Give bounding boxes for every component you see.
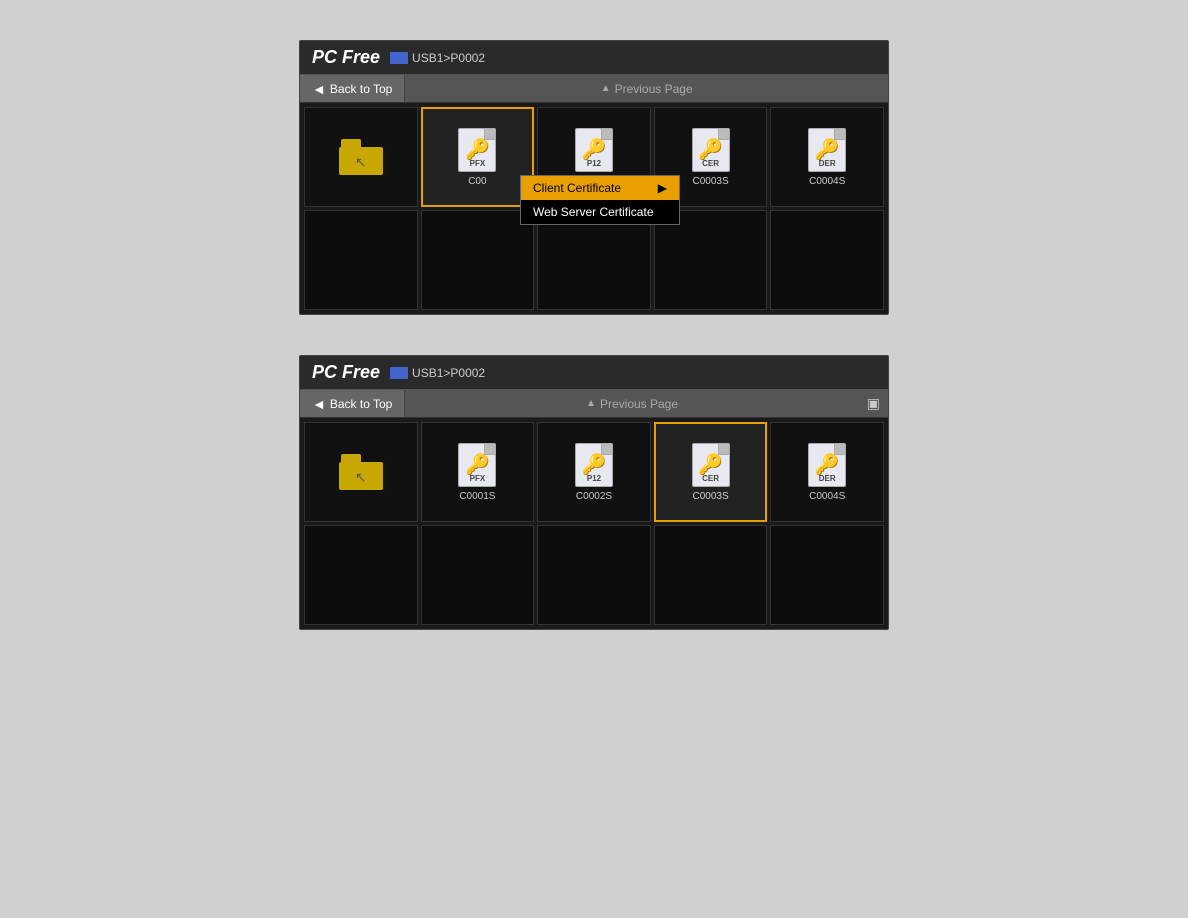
key-file-cer: 🔑 CER: [692, 128, 730, 172]
panel-2-nav-bar: ◄ Back to Top ▲ Previous Page ▣: [300, 390, 888, 418]
panel2-key-file-cer: 🔑 CER: [692, 443, 730, 487]
file-cell-c0004s[interactable]: 🔑 DER C0004S: [770, 107, 884, 207]
panel-1-prev-button[interactable]: ▲ Previous Page: [405, 75, 888, 102]
panel-1-title: PC Free: [312, 47, 380, 68]
panel2-file-cell-c0001s[interactable]: 🔑 PFX C0001S: [421, 422, 535, 522]
empty-cell-4: [654, 210, 768, 310]
panel2-cell-label-c0003s: C0003S: [693, 491, 729, 502]
file-ext-p12: P12: [587, 159, 601, 168]
key-icon-p12: 🔑: [582, 140, 607, 160]
panel2-key-icon-cer: 🔑: [698, 455, 723, 475]
panel2-empty-cell-2: [421, 525, 535, 625]
panel-2-back-button[interactable]: ◄ Back to Top: [300, 390, 405, 417]
back-arrow-icon: ◄: [312, 81, 326, 97]
empty-cell-2: [421, 210, 535, 310]
panel2-key-icon-p12: 🔑: [582, 455, 607, 475]
panel-1-usb-badge: USB1>P0002: [390, 51, 485, 65]
empty-cell-5: [770, 210, 884, 310]
key-icon-der: 🔑: [815, 140, 840, 160]
key-file-body-cer: 🔑 CER: [692, 128, 730, 172]
file-ext-der: DER: [819, 159, 836, 168]
panel2-cell-label-c0001s: C0001S: [459, 491, 495, 502]
panel2-key-icon-pfx: 🔑: [465, 455, 490, 475]
key-file-body-der: 🔑 DER: [808, 128, 846, 172]
context-menu-web-server-cert[interactable]: Web Server Certificate: [521, 200, 679, 224]
cell-label-c0004s: C0004S: [809, 176, 845, 187]
empty-cell-3: [537, 210, 651, 310]
panel2-empty-cell-1: [304, 525, 418, 625]
panel2-folder-cell[interactable]: ↖: [304, 422, 418, 522]
panel-2-usb-label: USB1>P0002: [412, 366, 485, 380]
empty-cell-1: [304, 210, 418, 310]
panel-1-prev-label: Previous Page: [615, 82, 693, 96]
panel2-file-cell-c0003s[interactable]: 🔑 CER C0003S: [654, 422, 768, 522]
panel2-file-ext-der: DER: [819, 474, 836, 483]
panel-1-usb-label: USB1>P0002: [412, 51, 485, 65]
panel2-empty-cell-3: [537, 525, 651, 625]
key-file-body: 🔑 PFX: [458, 128, 496, 172]
key-icon: 🔑: [465, 140, 490, 160]
panel-2-header: PC Free USB1>P0002: [300, 356, 888, 390]
key-file-der: 🔑 DER: [808, 128, 846, 172]
context-menu: Client Certificate ▶ Web Server Certific…: [520, 175, 680, 225]
panel2-file-cell-c0004s[interactable]: 🔑 DER C0004S: [770, 422, 884, 522]
panel-2-right-icon: ▣: [859, 395, 888, 412]
panel-2-prev-label: Previous Page: [600, 397, 678, 411]
context-menu-arrow-icon: ▶: [658, 181, 667, 195]
panel2-empty-cell-4: [654, 525, 768, 625]
file-ext-cer: CER: [702, 159, 719, 168]
panel2-key-file-body-der: 🔑 DER: [808, 443, 846, 487]
folder-icon: ↖: [339, 139, 383, 175]
panel2-file-ext-p12: P12: [587, 474, 601, 483]
panel2-folder-arrow-icon: ↖: [355, 469, 367, 486]
context-menu-web-server-cert-label: Web Server Certificate: [533, 205, 654, 219]
panel-1: PC Free USB1>P0002 ◄ Back to Top ▲ Previ…: [299, 40, 889, 315]
prev-arrow-icon: ▲: [601, 83, 611, 94]
panel-1-header: PC Free USB1>P0002: [300, 41, 888, 75]
panel2-key-file-der: 🔑 DER: [808, 443, 846, 487]
panel2-cell-label-c0002s: C0002S: [576, 491, 612, 502]
cell-label-c0001s: C00: [468, 176, 486, 187]
file-ext-pfx: PFX: [470, 159, 486, 168]
key-icon-cer: 🔑: [698, 140, 723, 160]
panel-2-title: PC Free: [312, 362, 380, 383]
panel2-key-file-body-cer: 🔑 CER: [692, 443, 730, 487]
file-cell-c0001s[interactable]: 🔑 PFX C00: [421, 107, 535, 207]
context-menu-client-cert[interactable]: Client Certificate ▶: [521, 176, 679, 200]
panel2-key-file-pfx: 🔑 PFX: [458, 443, 496, 487]
panel-2-prev-button[interactable]: ▲ Previous Page: [405, 390, 858, 417]
key-file-p12: 🔑 P12: [575, 128, 613, 172]
panel2-key-file-body-p12: 🔑 P12: [575, 443, 613, 487]
panel-1-back-label: Back to Top: [330, 82, 392, 96]
cell-label-c0003s: C0003S: [693, 176, 729, 187]
usb-icon-2: [390, 367, 408, 379]
panel2-cell-label-c0004s: C0004S: [809, 491, 845, 502]
panel2-folder-icon: ↖: [339, 454, 383, 490]
key-file-body-p12: 🔑 P12: [575, 128, 613, 172]
panel2-empty-cell-5: [770, 525, 884, 625]
panel-2-grid: ↖ 🔑 PFX C0001S 🔑 P12 C0002S: [300, 418, 888, 629]
panel-1-nav-bar: ◄ Back to Top ▲ Previous Page: [300, 75, 888, 103]
context-menu-client-cert-label: Client Certificate: [533, 181, 621, 195]
prev-arrow-icon-2: ▲: [586, 398, 596, 409]
panel2-file-ext-pfx: PFX: [470, 474, 486, 483]
panel-1-grid: ↖ 🔑 PFX C00 🔑 P12 C0002S: [300, 103, 888, 314]
panel2-key-icon-der: 🔑: [815, 455, 840, 475]
panel-2-usb-badge: USB1>P0002: [390, 366, 485, 380]
back-arrow-icon-2: ◄: [312, 396, 326, 412]
panel-1-back-button[interactable]: ◄ Back to Top: [300, 75, 405, 102]
panel2-file-cell-c0002s[interactable]: 🔑 P12 C0002S: [537, 422, 651, 522]
key-file-pfx: 🔑 PFX: [458, 128, 496, 172]
folder-arrow-icon: ↖: [355, 154, 367, 171]
panel2-key-file-p12: 🔑 P12: [575, 443, 613, 487]
panel2-file-ext-cer: CER: [702, 474, 719, 483]
panel-2-back-label: Back to Top: [330, 397, 392, 411]
panel-2: PC Free USB1>P0002 ◄ Back to Top ▲ Previ…: [299, 355, 889, 630]
usb-icon: [390, 52, 408, 64]
panel2-key-file-body-pfx: 🔑 PFX: [458, 443, 496, 487]
folder-cell[interactable]: ↖: [304, 107, 418, 207]
